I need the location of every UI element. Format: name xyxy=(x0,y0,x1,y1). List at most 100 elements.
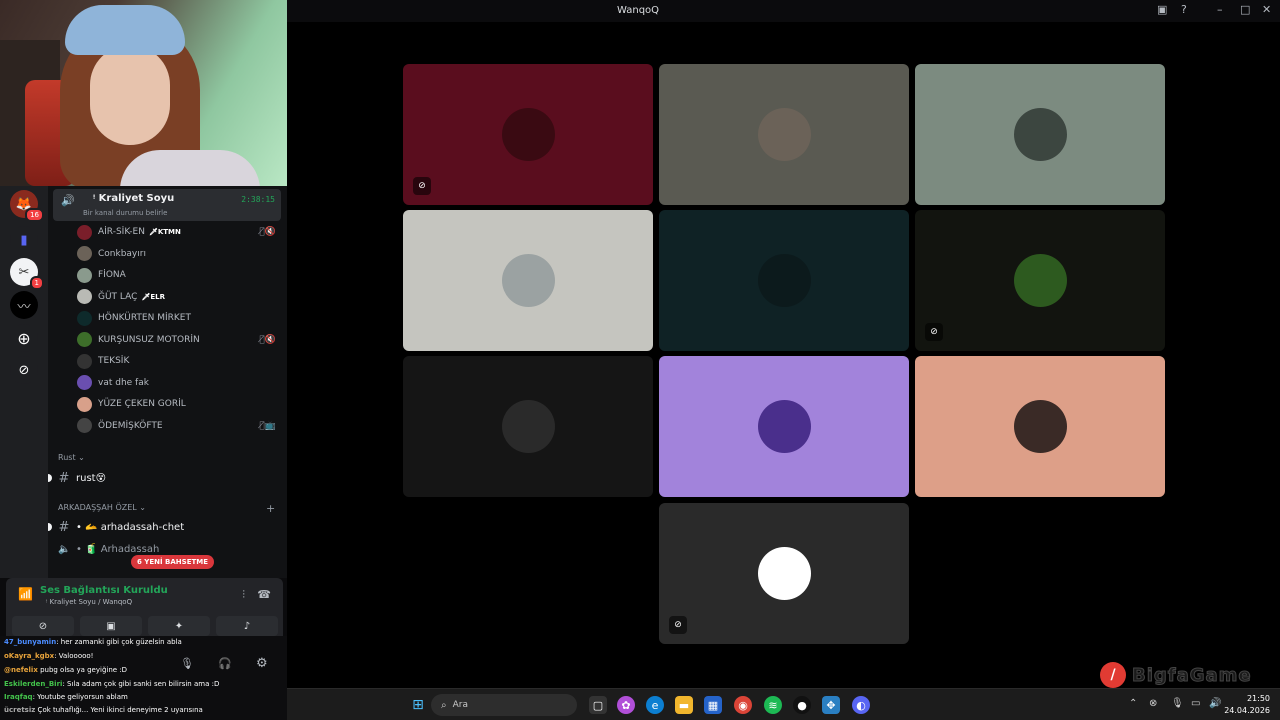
avatar xyxy=(77,310,92,326)
voice-member[interactable]: ĞÜT LAÇ 🗡ELR xyxy=(77,288,282,306)
member-tag: 🗡KTMN xyxy=(148,228,181,236)
chrome-icon[interactable]: ◉ xyxy=(734,696,752,714)
server-avatar-home[interactable]: 🦊 16 xyxy=(10,190,44,222)
avatar xyxy=(77,375,92,390)
channel-chet[interactable]: # • 🫴 arhadassah-chet xyxy=(48,518,283,536)
chat-text: : her zamanki gibi çok güzelsin abla xyxy=(56,638,182,646)
participant-tile[interactable] xyxy=(659,356,909,497)
headphones-icon[interactable]: 🎧 xyxy=(218,657,232,670)
category-arkadas[interactable]: ARKADAŞŞAH ÖZEL ⌄ xyxy=(58,503,146,512)
member-name: ĞÜT LAÇ xyxy=(98,291,138,302)
voice-member[interactable]: HÖNKÜRTEN MİRKET xyxy=(77,309,282,327)
discord-icon[interactable]: ◐ xyxy=(852,696,870,714)
participant-tile[interactable]: ⊘ xyxy=(659,503,909,644)
chat-username: @nefelix xyxy=(4,666,38,674)
file-explorer-icon[interactable]: ▬ xyxy=(675,696,693,714)
help-icon[interactable]: ? xyxy=(1181,3,1187,16)
chat-text: Çok tuhaflığı... Yeni ikinci deneyime 2 … xyxy=(35,706,203,714)
edge-icon[interactable]: e xyxy=(646,696,664,714)
taskbar-search[interactable]: ⌕ Ara xyxy=(431,694,577,716)
voice-member[interactable]: Conkbayırı xyxy=(77,245,282,263)
mic-tray-icon[interactable]: 🎙 xyxy=(1171,698,1184,709)
camera-button[interactable]: ⊘ xyxy=(12,616,74,636)
chat-text: : Sıla adam çok gibi sanki sen bilirsin … xyxy=(62,680,220,688)
spotify-icon[interactable]: ≋ xyxy=(764,696,782,714)
member-name: FİONA xyxy=(98,270,126,280)
copilot-icon[interactable]: ✿ xyxy=(617,696,635,714)
tray-chevron-icon[interactable]: ⌃ xyxy=(1129,698,1137,709)
display-icon[interactable]: ▭ xyxy=(1191,698,1200,709)
screen-share-button[interactable]: ▣ xyxy=(80,616,142,636)
new-mentions-pill[interactable]: 6 YENİ BAHSETME xyxy=(131,555,215,569)
taskbar-clock[interactable]: 21:50 24.04.2026 xyxy=(1224,693,1270,717)
participant-tile[interactable] xyxy=(915,356,1165,497)
channel-status[interactable]: Bir kanal durumu belirle xyxy=(83,209,167,217)
voice-channel-header[interactable]: 🔊 ᵎ Kraliyet Soyu Bir kanal durumu belir… xyxy=(53,189,281,221)
chat-message: @nefelix pubg olsa ya geyiğine :D xyxy=(4,666,127,674)
avatar xyxy=(77,418,92,433)
minimize-icon[interactable]: – xyxy=(1217,3,1223,16)
participant-tile[interactable]: ⊘ xyxy=(915,210,1165,351)
cam-headphones xyxy=(65,5,185,55)
soundboard-button[interactable]: ♪ xyxy=(216,616,278,636)
member-name: AİR-SİK-EN xyxy=(98,227,145,237)
voice-member[interactable]: vat dhe fak xyxy=(77,374,282,392)
voice-connection-panel: 📶 Ses Bağlantısı Kuruldu ᵎ Kraliyet Soyu… xyxy=(6,578,283,636)
store-icon[interactable]: ▦ xyxy=(704,696,722,714)
signal-icon: 📶 xyxy=(18,587,33,601)
screen-icon: ▣ xyxy=(106,620,116,632)
speaker-icon: 🔈 xyxy=(58,543,71,555)
chat-message: ücretsiz Çok tuhaflığı... Yeni ikinci de… xyxy=(4,706,203,714)
user-settings-icon[interactable]: ⚙ xyxy=(256,656,268,671)
soundboard-icon: ♪ xyxy=(243,620,251,632)
noise-suppression-icon[interactable]: ⫶ xyxy=(242,588,245,602)
volume-icon[interactable]: 🔊 xyxy=(1209,698,1221,709)
chat-username: oKayra_kgbx xyxy=(4,652,55,660)
server-icon-2[interactable]: 〰 xyxy=(10,291,38,319)
voice-status-title[interactable]: Ses Bağlantısı Kuruldu xyxy=(40,585,168,596)
participant-tile[interactable] xyxy=(659,210,909,351)
folder-icon[interactable]: ▮ xyxy=(10,226,38,254)
wifi-icon[interactable]: ⊗ xyxy=(1149,698,1157,709)
voice-member[interactable]: FİONA xyxy=(77,266,282,284)
network-app-icon[interactable]: ✥ xyxy=(822,696,840,714)
voice-action-buttons: ⊘ ▣ ✦ ♪ xyxy=(12,616,278,636)
mic-icon[interactable]: 🎙 xyxy=(180,657,194,670)
avatar xyxy=(77,267,92,283)
watermark-logo: / BigfaGame xyxy=(1100,660,1252,690)
disconnect-icon[interactable]: ☎ xyxy=(257,588,271,601)
obs-icon[interactable]: ● xyxy=(793,696,811,714)
participant-tile[interactable]: ⊘ xyxy=(403,64,653,205)
maximize-icon[interactable]: □ xyxy=(1240,3,1250,16)
close-icon[interactable]: ✕ xyxy=(1262,3,1271,16)
avatar xyxy=(502,400,555,453)
discover-icon[interactable]: ⊘ xyxy=(10,356,38,384)
server-icon-1[interactable]: ✂ 1 xyxy=(10,258,44,290)
category-rust[interactable]: Rust ⌄ xyxy=(58,453,85,462)
clock-date: 24.04.2026 xyxy=(1224,706,1270,715)
voice-member[interactable]: ÖDEMİŞKÖFTE 🎙̸📺 xyxy=(77,417,282,435)
channel-rust[interactable]: # rust😵 xyxy=(48,469,283,487)
speaker-icon: 🔊 xyxy=(61,194,75,207)
activity-button[interactable]: ✦ xyxy=(148,616,210,636)
activity-icon: ✦ xyxy=(174,620,184,632)
participant-tile[interactable] xyxy=(915,64,1165,205)
voice-status-sub[interactable]: ᵎ Kraliyet Soyu / WanqoQ xyxy=(46,598,132,606)
hash-icon: # xyxy=(58,470,70,486)
voice-member[interactable]: YÜZE ÇEKEN GORİL xyxy=(77,395,282,413)
voice-member[interactable]: KURŞUNSUZ MOTORİN 🎙̸🔇 xyxy=(77,331,282,349)
avatar xyxy=(77,396,92,412)
voice-member[interactable]: TEKSİK xyxy=(77,352,282,370)
windows-start-icon[interactable]: ⊞ xyxy=(409,696,427,714)
participant-tile[interactable] xyxy=(403,356,653,497)
add-server-icon[interactable]: ⊕ xyxy=(10,324,38,352)
cam-shirt xyxy=(120,150,260,186)
voice-member[interactable]: AİR-SİK-EN 🗡KTMN 🎙̸🔇 xyxy=(77,223,282,241)
clock-time: 21:50 xyxy=(1246,694,1270,703)
participant-tile[interactable] xyxy=(659,64,909,205)
participant-tile[interactable] xyxy=(403,210,653,351)
task-view-icon[interactable]: ▢ xyxy=(589,696,607,714)
add-channel-icon[interactable]: + xyxy=(266,502,275,515)
streamer-webcam xyxy=(0,0,287,186)
inbox-icon[interactable]: ▣ xyxy=(1157,3,1167,16)
